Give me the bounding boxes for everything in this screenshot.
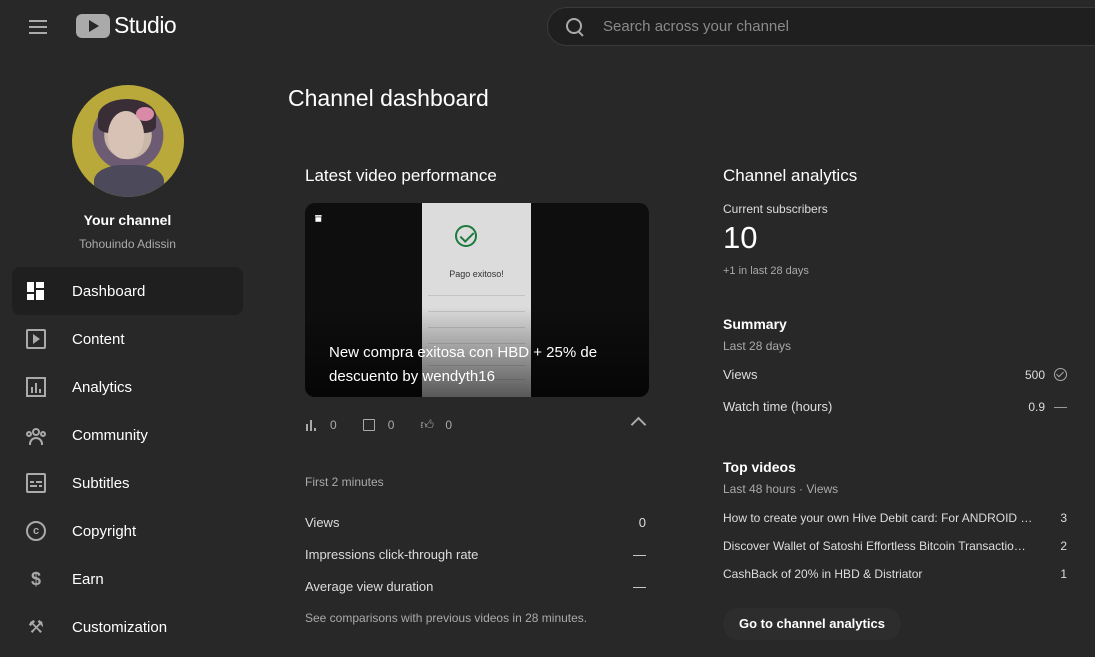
go-to-channel-analytics-button[interactable]: Go to channel analytics bbox=[723, 608, 901, 640]
summary-title: Summary bbox=[723, 316, 787, 332]
metric-label: Views bbox=[305, 515, 340, 530]
comment-icon bbox=[362, 419, 375, 431]
logo-text: Studio bbox=[114, 12, 177, 38]
top-bar: Studio bbox=[0, 0, 1095, 54]
chevron-up-icon[interactable] bbox=[630, 416, 647, 433]
search-icon[interactable] bbox=[565, 17, 585, 37]
summary-row: Views 500 bbox=[723, 367, 1067, 382]
latest-video-title: Latest video performance bbox=[305, 166, 497, 185]
top-video-title[interactable]: Discover Wallet of Satoshi Effortless Bi… bbox=[723, 539, 1051, 553]
top-videos-title: Top videos bbox=[723, 459, 796, 475]
summary-label: Watch time (hours) bbox=[723, 399, 833, 414]
metric-label: Average view duration bbox=[305, 579, 434, 594]
magic-wand-icon: ⚒ bbox=[27, 617, 45, 637]
sidebar-nav: Dashboard Content Analytics Community Su… bbox=[12, 267, 243, 651]
sidebar-item-earn[interactable]: $ Earn bbox=[12, 555, 243, 603]
sidebar-item-label: Earn bbox=[72, 570, 104, 588]
subscribers-delta: +1 in last 28 days bbox=[723, 265, 809, 277]
sidebar-item-label: Analytics bbox=[72, 378, 133, 396]
channel-name: Tohouindo Adissin bbox=[79, 237, 176, 251]
sidebar-item-label: Subtitles bbox=[72, 474, 130, 492]
sidebar-item-copyright[interactable]: c Copyright bbox=[12, 507, 243, 555]
summary-label: Views bbox=[723, 367, 758, 382]
page-title: Channel dashboard bbox=[288, 85, 489, 111]
top-video-title[interactable]: How to create your own Hive Debit card: … bbox=[723, 511, 1051, 525]
metric-row: Average view duration — bbox=[305, 579, 646, 594]
top-videos-period: Last 48 hours · Views bbox=[723, 482, 839, 496]
search-bar bbox=[547, 7, 1095, 46]
subscribers-label: Current subscribers bbox=[723, 202, 828, 216]
sidebar-item-community[interactable]: Community bbox=[12, 411, 243, 459]
earn-icon: $ bbox=[30, 569, 41, 589]
top-video-row[interactable]: Discover Wallet of Satoshi Effortless Bi… bbox=[723, 539, 1067, 553]
summary-row: Watch time (hours) 0.9 — bbox=[723, 399, 1067, 414]
sidebar-item-label: Community bbox=[72, 426, 148, 444]
community-icon bbox=[26, 425, 46, 445]
comments-stat: 0 bbox=[362, 418, 395, 432]
subscribers-count: 10 bbox=[723, 220, 758, 255]
metric-value: — bbox=[633, 579, 646, 594]
sidebar-item-label: Dashboard bbox=[72, 282, 146, 300]
views-stat: 0 bbox=[305, 418, 337, 432]
summary-period: Last 28 days bbox=[723, 339, 792, 353]
comparison-note: See comparisons with previous videos in … bbox=[305, 611, 588, 625]
metric-row: Impressions click-through rate — bbox=[305, 547, 646, 562]
thumbs-up-icon: 👍︎ bbox=[420, 417, 434, 432]
metric-label: Impressions click-through rate bbox=[305, 547, 479, 562]
metric-row: Views 0 bbox=[305, 515, 646, 530]
sidebar-item-customization[interactable]: ⚒ Customization bbox=[12, 603, 243, 651]
thumbnail-text: Pago exitoso! bbox=[449, 269, 504, 279]
bar-chart-icon bbox=[305, 419, 317, 431]
top-video-row[interactable]: How to create your own Hive Debit card: … bbox=[723, 511, 1067, 525]
search-input[interactable] bbox=[603, 18, 1063, 35]
top-video-views: 2 bbox=[1060, 539, 1067, 553]
likes-stat: 👍︎ 0 bbox=[420, 418, 452, 432]
top-video-title[interactable]: CashBack of 20% in HBD & Distriator bbox=[723, 567, 1051, 581]
video-stats: 0 0 👍︎ 0 bbox=[305, 416, 649, 434]
sidebar: Your channel Tohouindo Adissin Dashboard… bbox=[0, 54, 255, 657]
metric-value: — bbox=[633, 547, 646, 562]
youtube-play-icon bbox=[76, 13, 110, 38]
sidebar-item-label: Copyright bbox=[72, 522, 137, 540]
sidebar-item-subtitles[interactable]: Subtitles bbox=[12, 459, 243, 507]
subtitles-icon bbox=[26, 473, 46, 493]
summary-value: 500 bbox=[1024, 367, 1045, 382]
studio-logo[interactable]: Studio bbox=[76, 12, 177, 39]
shorts-badge-icon: ⩸ bbox=[315, 213, 322, 225]
top-video-row[interactable]: CashBack of 20% in HBD & Distriator 1 bbox=[723, 567, 1067, 581]
sidebar-item-dashboard[interactable]: Dashboard bbox=[12, 267, 243, 315]
dashboard-icon bbox=[26, 281, 46, 301]
likes-count: 0 bbox=[445, 418, 453, 432]
sidebar-item-content[interactable]: Content bbox=[12, 315, 243, 363]
video-thumbnail[interactable]: Pago exitoso! ⩸ New compra exitosa con H… bbox=[305, 203, 649, 397]
channel-analytics-title: Channel analytics bbox=[723, 166, 858, 185]
metric-value: 0 bbox=[638, 515, 646, 530]
menu-icon[interactable] bbox=[24, 14, 52, 40]
check-circle-icon bbox=[1054, 368, 1067, 381]
your-channel-label: Your channel bbox=[83, 212, 172, 228]
channel-avatar[interactable] bbox=[72, 85, 184, 197]
sidebar-item-analytics[interactable]: Analytics bbox=[12, 363, 243, 411]
summary-value: 0.9 bbox=[1028, 399, 1045, 414]
sidebar-item-label: Content bbox=[72, 330, 125, 348]
top-video-views: 3 bbox=[1060, 511, 1067, 525]
dash-icon: — bbox=[1054, 399, 1067, 414]
views-count: 0 bbox=[330, 418, 337, 432]
top-video-views: 1 bbox=[1060, 567, 1067, 581]
comments-count: 0 bbox=[387, 418, 395, 432]
content-icon bbox=[26, 329, 46, 349]
video-title[interactable]: New compra exitosa con HBD + 25% de desc… bbox=[329, 341, 619, 389]
period-label: First 2 minutes bbox=[305, 475, 384, 489]
analytics-icon bbox=[26, 377, 46, 397]
check-icon bbox=[455, 225, 477, 247]
copyright-icon: c bbox=[26, 521, 46, 541]
sidebar-item-label: Customization bbox=[72, 618, 168, 636]
